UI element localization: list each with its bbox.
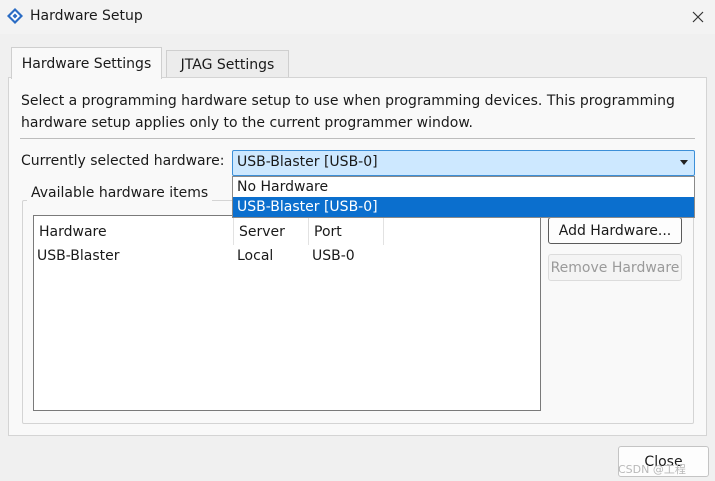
dropdown-option-usb-blaster[interactable]: USB-Blaster [USB-0]	[233, 197, 694, 217]
close-icon	[692, 11, 704, 23]
column-separator[interactable]	[383, 216, 384, 245]
dropdown-option-no-hardware[interactable]: No Hardware	[233, 177, 694, 197]
separator	[20, 138, 695, 139]
column-separator[interactable]	[233, 216, 234, 245]
hardware-select[interactable]: USB-Blaster [USB-0]	[232, 150, 695, 176]
available-hardware-label: Available hardware items	[27, 185, 213, 201]
watermark-text: CSDN @工程	[618, 463, 686, 476]
cell-port: USB-0	[312, 248, 355, 264]
hardware-select-value: USB-Blaster [USB-0]	[237, 154, 378, 170]
description-text: Select a programming hardware setup to u…	[21, 93, 675, 131]
column-header-port[interactable]: Port	[314, 224, 342, 240]
add-hardware-button[interactable]: Add Hardware...	[548, 217, 682, 244]
tab-label: JTAG Settings	[180, 56, 275, 73]
chevron-down-icon	[680, 160, 688, 165]
column-header-hardware[interactable]: Hardware	[39, 224, 107, 240]
diamond-logo-icon	[7, 8, 23, 24]
remove-hardware-button[interactable]: Remove Hardware	[548, 254, 682, 281]
tab-hardware-settings[interactable]: Hardware Settings	[11, 47, 162, 79]
column-header-server[interactable]: Server	[239, 224, 285, 240]
window-title: Hardware Setup	[30, 8, 143, 24]
cell-hardware: USB-Blaster	[37, 248, 120, 264]
tab-label: Hardware Settings	[21, 55, 152, 72]
cell-server: Local	[237, 248, 274, 264]
title-bar: Hardware Setup	[0, 0, 715, 34]
current-hardware-label: Currently selected hardware:	[21, 153, 225, 169]
hardware-dropdown-list: No Hardware USB-Blaster [USB-0]	[232, 176, 695, 218]
tab-jtag-settings[interactable]: JTAG Settings	[166, 50, 289, 78]
window-close-button[interactable]	[681, 0, 715, 34]
hardware-table[interactable]	[33, 215, 541, 411]
column-separator[interactable]	[308, 216, 309, 245]
